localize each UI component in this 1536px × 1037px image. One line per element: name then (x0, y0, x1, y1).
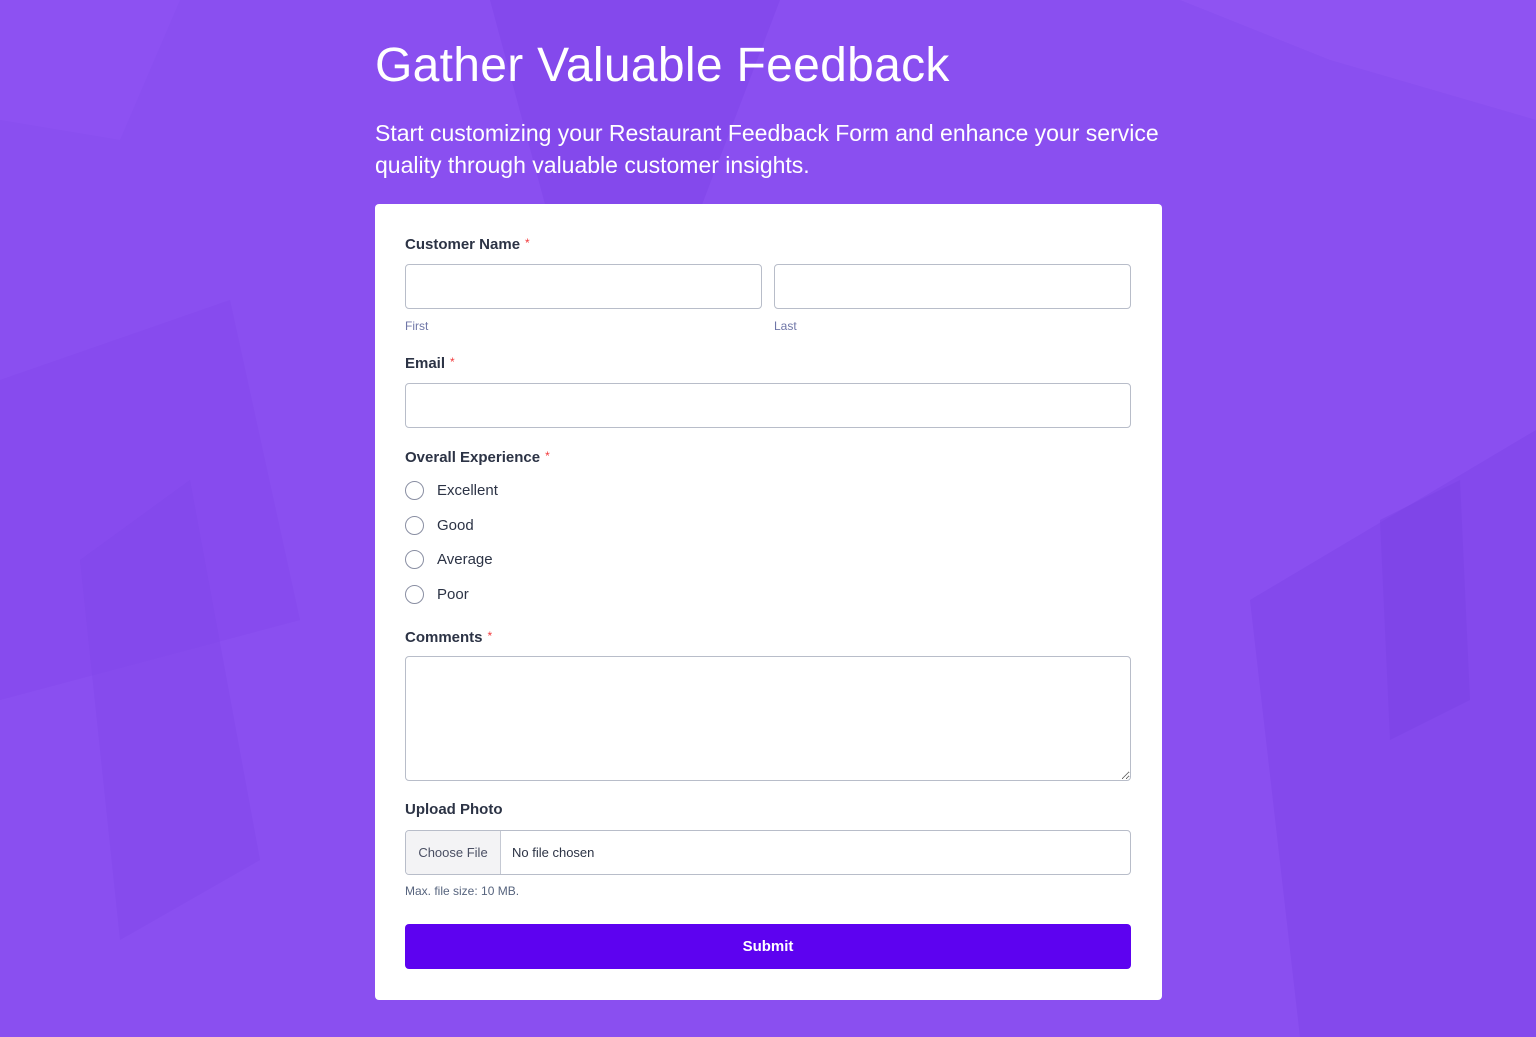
radio-option-good[interactable]: Good (405, 516, 474, 535)
radio-option-label: Good (437, 517, 474, 534)
customer-name-label-row: Customer Name * (405, 236, 1131, 254)
last-name-input[interactable] (774, 264, 1131, 309)
radio-option-average[interactable]: Average (405, 550, 493, 569)
file-size-hint: Max. file size: 10 MB. (405, 884, 520, 898)
upload-photo-label: Upload Photo (405, 801, 503, 818)
customer-name-label: Customer Name (405, 236, 521, 253)
required-mark: * (487, 629, 493, 643)
required-mark: * (450, 355, 455, 369)
radio-button[interactable] (405, 550, 424, 569)
radio-button[interactable] (405, 516, 424, 535)
file-upload-field[interactable]: Choose File No file chosen (405, 830, 1131, 875)
required-mark: * (525, 236, 530, 250)
page-title: Gather Valuable Feedback (375, 39, 950, 92)
comments-label-row: Comments * (405, 629, 1131, 647)
feedback-form-card: Customer Name * First Last Email * Overall… (375, 204, 1162, 1000)
comments-textarea[interactable] (405, 656, 1131, 781)
radio-option-label: Excellent (437, 482, 498, 499)
last-name-sublabel: Last (774, 319, 797, 333)
first-name-sublabel: First (405, 319, 429, 333)
file-status-text: No file chosen (512, 845, 595, 860)
overall-experience-label: Overall Experience (405, 449, 541, 466)
radio-option-label: Average (437, 551, 493, 568)
overall-experience-label-row: Overall Experience * (405, 449, 1131, 467)
comments-label: Comments (405, 629, 483, 646)
upload-photo-label-row: Upload Photo (405, 801, 1131, 819)
radio-option-excellent[interactable]: Excellent (405, 481, 498, 500)
email-label: Email (405, 355, 446, 372)
page-subtitle: Start customizing your Restaurant Feedba… (375, 120, 1159, 178)
choose-file-button[interactable]: Choose File (406, 831, 501, 874)
email-label-row: Email * (405, 355, 1131, 373)
submit-button[interactable]: Submit (405, 924, 1131, 969)
email-input[interactable] (405, 383, 1131, 428)
required-mark: * (545, 449, 550, 463)
radio-button[interactable] (405, 585, 424, 604)
radio-option-poor[interactable]: Poor (405, 585, 469, 604)
radio-option-label: Poor (437, 586, 469, 603)
experience-radio-group: Excellent Good Average Poor (405, 481, 1131, 611)
radio-button[interactable] (405, 481, 424, 500)
first-name-input[interactable] (405, 264, 762, 309)
